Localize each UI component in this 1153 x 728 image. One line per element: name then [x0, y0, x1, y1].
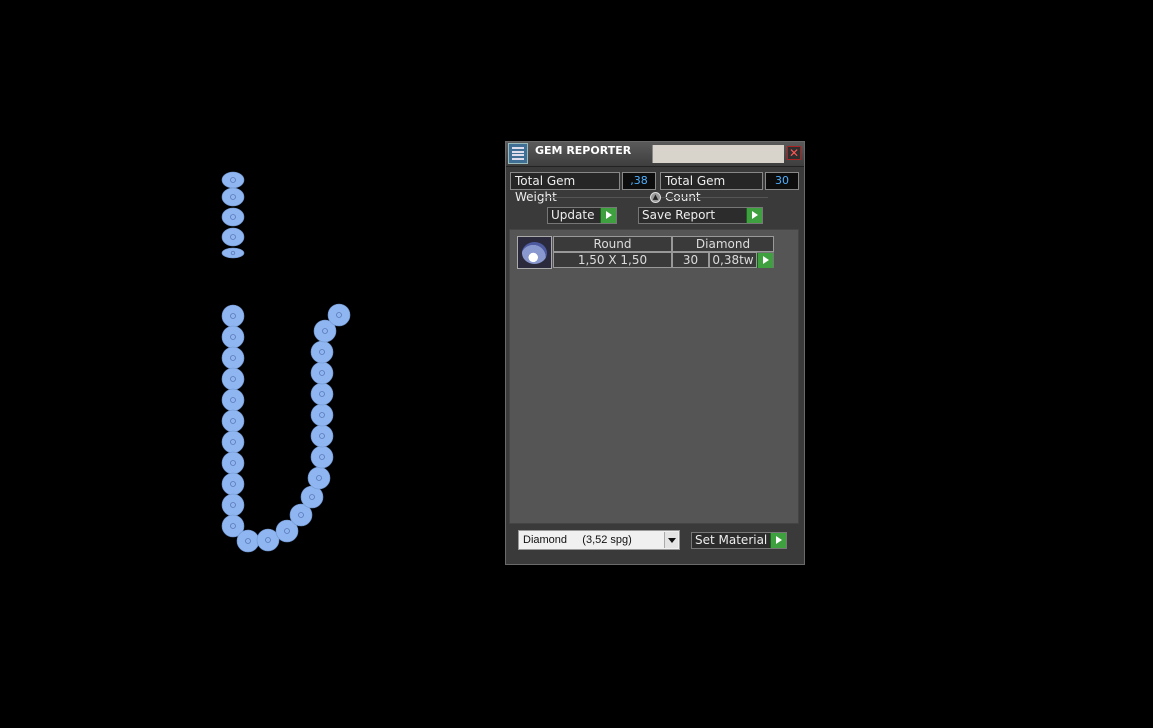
play-arrow-icon[interactable]: [770, 533, 786, 548]
total-gem-weight-label: Total Gem Weight: [510, 172, 620, 204]
gem-stone[interactable]: [310, 382, 334, 406]
gem-stone[interactable]: [221, 409, 245, 433]
gem-row-go-button[interactable]: [757, 252, 774, 268]
close-icon[interactable]: ✕: [787, 146, 801, 160]
gem-stone[interactable]: [221, 451, 245, 475]
gem-stone[interactable]: [221, 493, 245, 517]
gem-stone[interactable]: [310, 403, 334, 427]
gem-stone[interactable]: [221, 325, 245, 349]
update-button[interactable]: Update: [547, 207, 617, 224]
play-arrow-icon[interactable]: [600, 208, 616, 223]
total-gem-count-value: 30: [765, 172, 799, 190]
gem-list: Round Diamond 1,50 X 1,50 30 0,38tw: [509, 229, 799, 524]
gem-stone[interactable]: [310, 424, 334, 448]
gem-reporter-icon: [508, 143, 528, 164]
collapse-up-icon[interactable]: ▲: [650, 192, 661, 203]
gem-stone[interactable]: [307, 466, 331, 490]
gem-stone[interactable]: [327, 303, 351, 327]
material-select[interactable]: Diamond (3,52 spg): [518, 530, 680, 550]
material-select-value: Diamond (3,52 spg): [523, 534, 632, 546]
save-report-button[interactable]: Save Report: [638, 207, 763, 224]
gem-stone[interactable]: [236, 529, 260, 553]
gem-stone[interactable]: [221, 472, 245, 496]
gem-stone[interactable]: [310, 361, 334, 385]
gem-weight-cell: 0,38tw: [709, 252, 757, 268]
update-button-label: Update: [551, 208, 595, 222]
gem-material-cell: Diamond: [672, 236, 774, 252]
total-gem-weight-value: ,38: [622, 172, 656, 190]
round-gem-thumbnail[interactable]: [517, 236, 552, 269]
gem-stone[interactable]: [300, 485, 324, 509]
gem-stone[interactable]: [221, 207, 245, 227]
gem-stone[interactable]: [221, 367, 245, 391]
chevron-down-icon[interactable]: [664, 532, 678, 548]
gem-stone[interactable]: [310, 445, 334, 469]
title-bar-filler: [652, 145, 784, 163]
gem-stone[interactable]: [256, 528, 280, 552]
gem-count-cell: 30: [672, 252, 709, 268]
gem-stone[interactable]: [310, 340, 334, 364]
title-bar[interactable]: GEM REPORTER ✕: [506, 142, 804, 167]
total-gem-count-label: Total Gem Count: [660, 172, 763, 204]
gem-stone[interactable]: [221, 346, 245, 370]
gem-stone[interactable]: [221, 304, 245, 328]
gem-stone[interactable]: [221, 247, 245, 259]
gem-stone[interactable]: [221, 187, 245, 207]
save-report-button-label: Save Report: [642, 208, 716, 222]
gem-reporter-panel: GEM REPORTER ✕ Total Gem Weight ,38 Tota…: [505, 141, 805, 565]
set-material-button[interactable]: Set Material: [691, 532, 787, 549]
play-arrow-icon[interactable]: [746, 208, 762, 223]
panel-title: GEM REPORTER: [535, 144, 632, 157]
gem-stone[interactable]: [221, 171, 245, 189]
gem-stone[interactable]: [221, 430, 245, 454]
gem-shape-cell: Round: [553, 236, 672, 252]
gem-stone[interactable]: [221, 388, 245, 412]
set-material-button-label: Set Material: [695, 533, 768, 547]
gem-stone[interactable]: [221, 227, 245, 247]
play-arrow-icon[interactable]: [757, 253, 773, 268]
gem-size-cell: 1,50 X 1,50: [553, 252, 672, 268]
